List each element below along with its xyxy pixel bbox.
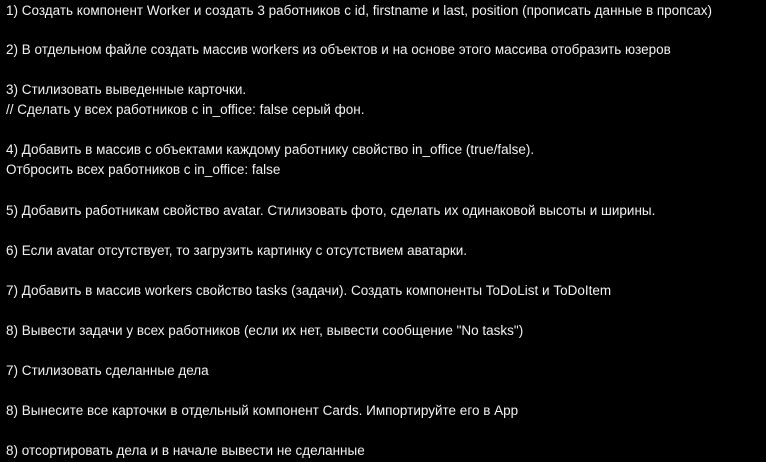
task-1-text: 1) Создать компонент Worker и создать 3 … xyxy=(6,3,713,18)
task-5-text: 5) Добавить работникам свойство avatar. … xyxy=(6,203,656,218)
task-8-text: 8) Вывести задачи у всех работников (есл… xyxy=(6,323,524,338)
task-4-note: Отбросить всех работников с in_office: f… xyxy=(6,162,281,177)
task-9-text: 7) Стилизовать сделанные дела xyxy=(6,363,209,378)
task-3-note: // Сделать у всех работников с in_office… xyxy=(6,102,365,117)
task-6-text: 6) Если avatar отсутствует, то загрузить… xyxy=(6,243,468,258)
task-10-text: 8) Вынесите все карточки в отдельный ком… xyxy=(6,403,519,418)
task-4-text: 4) Добавить в массив с объектами каждому… xyxy=(6,142,535,157)
task-11-text: 8) отсортировать дела и в начале вывести… xyxy=(6,443,365,458)
task-2-text: 2) В отдельном файле создать массив work… xyxy=(6,42,671,57)
task-7-text: 7) Добавить в массив workers свойство ta… xyxy=(6,283,612,298)
task-3-text: 3) Стилизовать выведенные карточки. xyxy=(6,82,247,97)
